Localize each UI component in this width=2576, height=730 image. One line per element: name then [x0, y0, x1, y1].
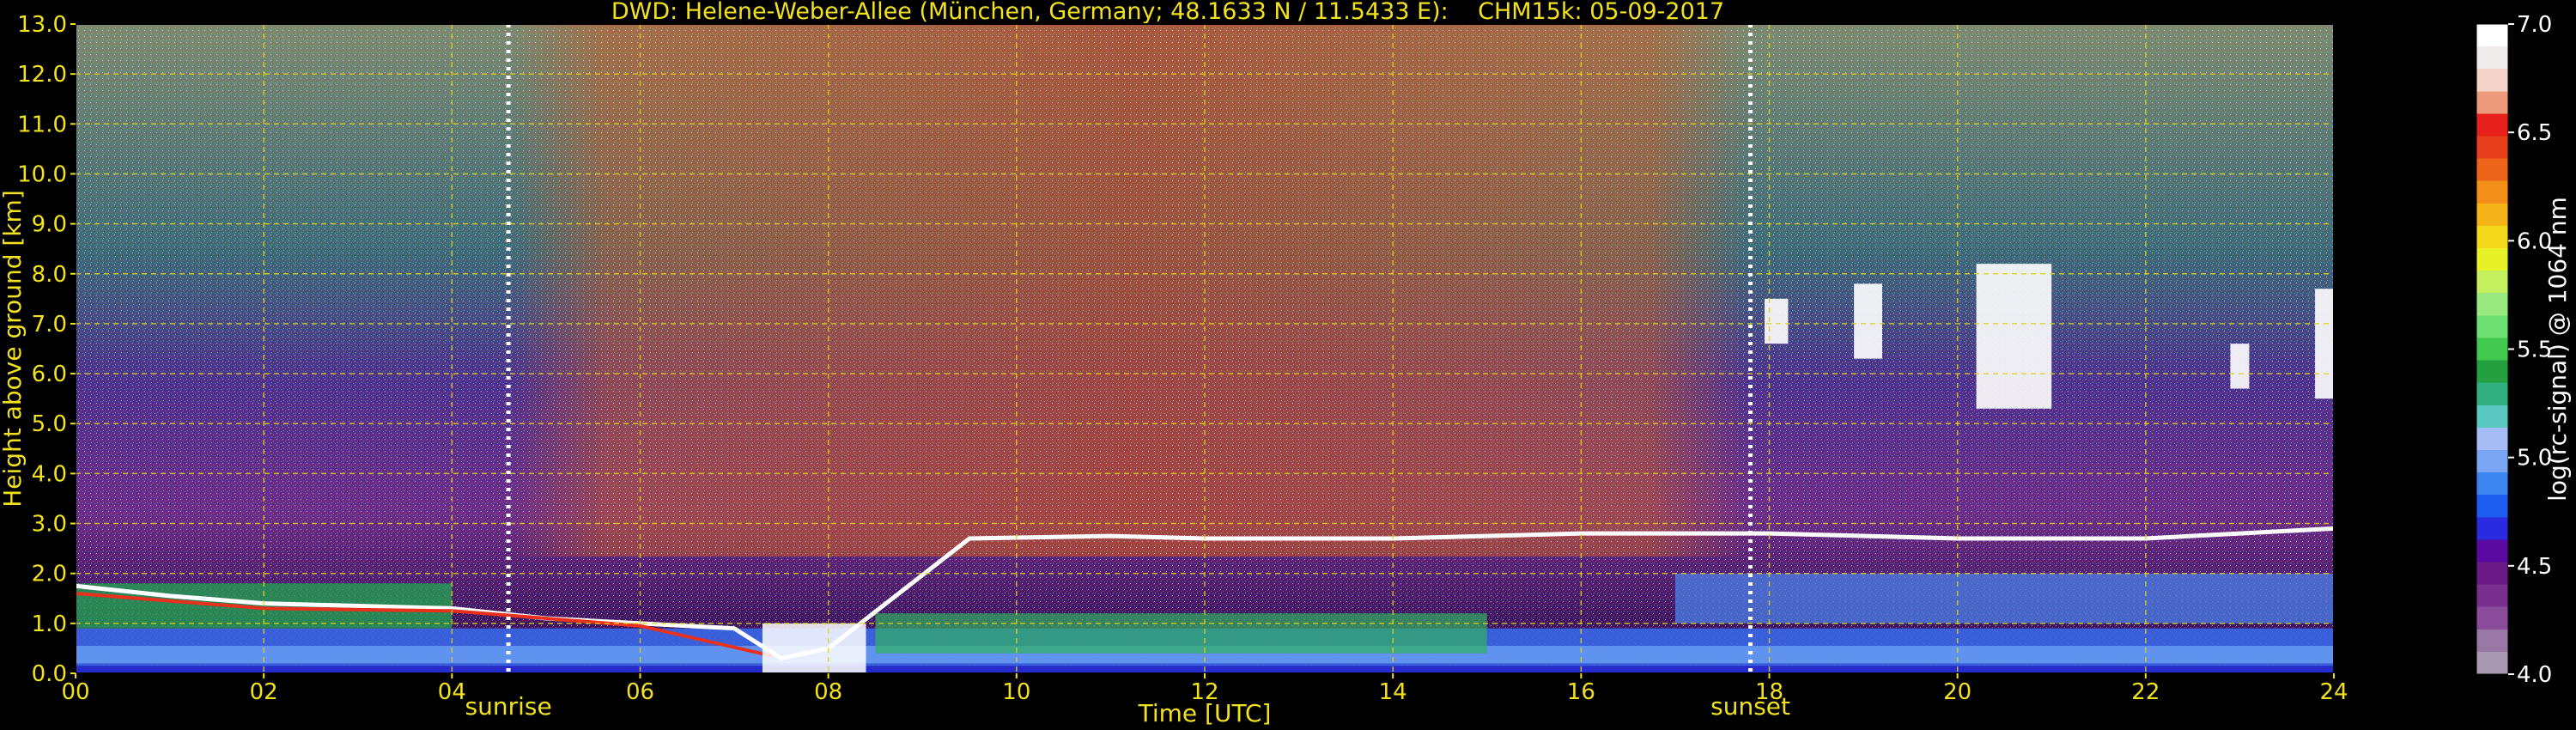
- y-tick-label: 13.0: [17, 12, 67, 38]
- colorbar-scale: [2476, 23, 2509, 675]
- x-tick-label: 02: [250, 679, 278, 705]
- x-tick-label: 18: [1755, 679, 1783, 705]
- colorbar-label: log(rc-signal) @ 1064 nm: [2543, 197, 2572, 502]
- colorbar-tick-label: 7.0: [2517, 12, 2552, 38]
- event-label-sunrise: sunrise: [465, 692, 551, 721]
- y-tick-label: 11.0: [17, 112, 67, 137]
- y-tick-label: 1.0: [32, 611, 67, 637]
- y-tick-label: 0.0: [32, 661, 67, 687]
- x-tick-label: 08: [814, 679, 842, 705]
- y-tick-label: 10.0: [17, 161, 67, 187]
- cloud-patch: [1854, 283, 1882, 359]
- cloud-patch: [1765, 298, 1789, 344]
- boundary-layer-band: [875, 613, 1487, 654]
- colorbar-tick-label: 6.5: [2517, 120, 2552, 146]
- colorbar-tick-label: 4.0: [2517, 662, 2552, 688]
- y-tick-label: 9.0: [32, 212, 67, 238]
- x-tick-label: 06: [626, 679, 654, 705]
- x-axis-label: Time [UTC]: [1138, 699, 1272, 727]
- y-tick-label: 3.0: [32, 512, 67, 538]
- x-tick-label: 14: [1379, 679, 1407, 705]
- y-tick-label: 6.0: [32, 362, 67, 387]
- y-axis-label: Height above ground [km]: [0, 190, 27, 508]
- y-tick-label: 2.0: [32, 562, 67, 587]
- boundary-layer-band: [1674, 573, 2334, 624]
- x-tick-label: 16: [1567, 679, 1595, 705]
- x-tick-label: 22: [2131, 679, 2160, 705]
- colorbar: 4.04.55.05.56.06.57.0log(rc-signal) @ 10…: [2476, 12, 2572, 688]
- y-tick-label: 7.0: [32, 312, 67, 338]
- y-tick-label: 8.0: [32, 262, 67, 288]
- x-tick-label: 04: [438, 679, 466, 705]
- colorbar-tick-label: 4.5: [2517, 554, 2552, 580]
- cloud-patch: [2230, 344, 2250, 389]
- cloud-patch: [1976, 264, 2052, 409]
- y-tick-label: 5.0: [32, 411, 67, 437]
- y-tick-label: 12.0: [17, 62, 67, 88]
- cloud-patch: [2315, 289, 2334, 399]
- lidar-backscatter-chart: sunrise sunset 00 02 04 06 08 10 12 14 16 18 20 22 24…: [0, 12, 2572, 727]
- low-cloud-patch: [762, 623, 866, 673]
- x-tick-label: 10: [1002, 679, 1030, 705]
- x-tick-label: 24: [2319, 679, 2348, 705]
- x-tick-label: 20: [1943, 679, 1971, 705]
- y-tick-label: 4.0: [32, 461, 67, 487]
